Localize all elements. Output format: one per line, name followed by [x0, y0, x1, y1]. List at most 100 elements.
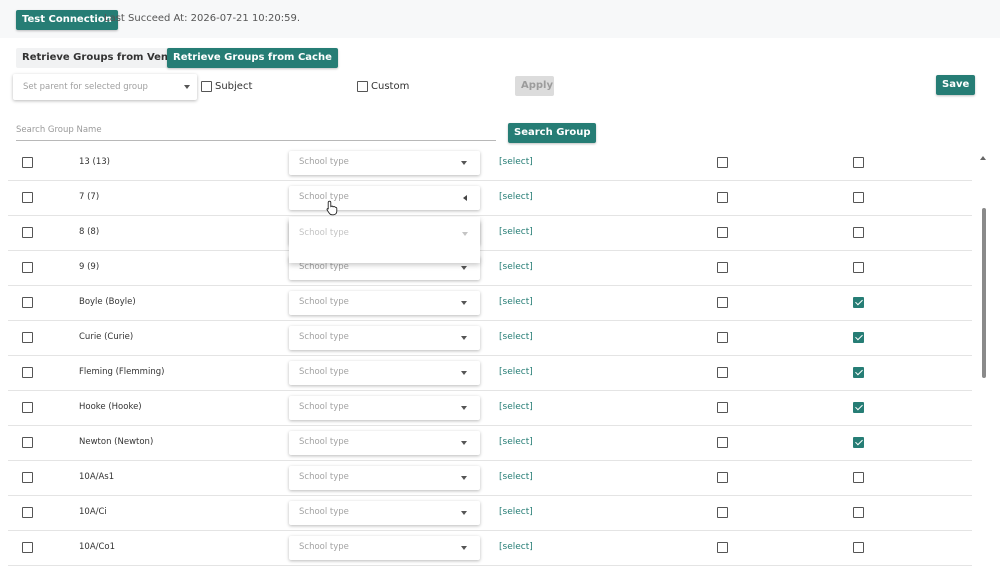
row-custom-checkbox[interactable]: [717, 227, 728, 238]
subject-label: Subject: [215, 81, 253, 92]
table-row: 9 (9) School type [select]: [8, 251, 972, 286]
row-select-checkbox[interactable]: [22, 402, 33, 413]
school-type-placeholder: School type: [299, 157, 349, 167]
school-type-option[interactable]: School type: [299, 228, 349, 238]
row-subject-checkbox[interactable]: [853, 262, 864, 273]
school-type-select[interactable]: School type: [289, 326, 480, 350]
row-custom-checkbox[interactable]: [717, 402, 728, 413]
select-link[interactable]: [select]: [499, 402, 533, 412]
apply-button[interactable]: Apply: [515, 76, 554, 96]
school-type-dropdown-menu[interactable]: School type: [289, 217, 480, 263]
row-custom-checkbox[interactable]: [717, 262, 728, 273]
parent-group-select[interactable]: Set parent for selected group: [13, 74, 197, 100]
row-custom-checkbox[interactable]: [717, 507, 728, 518]
table-row: Fleming (Flemming) School type [select]: [8, 356, 972, 391]
retrieve-groups-cache-button[interactable]: Retrieve Groups from Cache: [167, 48, 338, 68]
table-row: Newton (Newton) School type [select]: [8, 426, 972, 461]
row-custom-checkbox[interactable]: [717, 157, 728, 168]
school-type-select[interactable]: School type: [289, 291, 480, 315]
group-name: 9 (9): [79, 262, 100, 272]
hand-pointer-cursor-icon: [326, 200, 338, 216]
select-link[interactable]: [select]: [499, 262, 533, 272]
list-scrollbar[interactable]: [978, 150, 988, 548]
row-select-checkbox[interactable]: [22, 192, 33, 203]
row-select-checkbox[interactable]: [22, 437, 33, 448]
school-type-placeholder: School type: [299, 542, 349, 552]
select-link[interactable]: [select]: [499, 437, 533, 447]
row-custom-checkbox[interactable]: [717, 367, 728, 378]
select-link[interactable]: [select]: [499, 157, 533, 167]
school-type-placeholder: School type: [299, 437, 349, 447]
test-connection-button[interactable]: Test Connection: [16, 10, 118, 30]
row-select-checkbox[interactable]: [22, 297, 33, 308]
row-subject-checkbox[interactable]: [853, 192, 864, 203]
table-row: 7 (7) School type [select]: [8, 181, 972, 216]
table-row: Boyle (Boyle) School type [select]: [8, 286, 972, 321]
row-subject-checkbox[interactable]: [853, 227, 864, 238]
custom-checkbox[interactable]: [357, 81, 368, 92]
select-link[interactable]: [select]: [499, 227, 533, 237]
school-type-placeholder: School type: [299, 507, 349, 517]
row-custom-checkbox[interactable]: [717, 472, 728, 483]
row-subject-checkbox[interactable]: [853, 157, 864, 168]
group-name: Boyle (Boyle): [79, 297, 136, 307]
select-link[interactable]: [select]: [499, 542, 533, 552]
table-row: 8 (8) School type [select]: [8, 216, 972, 251]
chevron-down-icon: [461, 266, 467, 270]
select-link[interactable]: [select]: [499, 472, 533, 482]
school-type-select[interactable]: School type: [289, 501, 480, 525]
row-subject-checkbox[interactable]: [853, 507, 864, 518]
row-select-checkbox[interactable]: [22, 262, 33, 273]
select-link[interactable]: [select]: [499, 367, 533, 377]
school-type-select[interactable]: School type: [289, 396, 480, 420]
parent-group-select-placeholder: Set parent for selected group: [23, 82, 148, 92]
row-custom-checkbox[interactable]: [717, 192, 728, 203]
school-type-placeholder: School type: [299, 297, 349, 307]
group-name: Fleming (Flemming): [79, 367, 165, 377]
save-button[interactable]: Save: [936, 75, 975, 95]
row-custom-checkbox[interactable]: [717, 297, 728, 308]
row-select-checkbox[interactable]: [22, 332, 33, 343]
row-select-checkbox[interactable]: [22, 472, 33, 483]
row-subject-checkbox[interactable]: [853, 332, 864, 343]
subject-checkbox[interactable]: [201, 81, 212, 92]
chevron-down-icon: [184, 85, 190, 89]
school-type-placeholder: School type: [299, 472, 349, 482]
row-custom-checkbox[interactable]: [717, 437, 728, 448]
last-succeed-status: Last Succeed At: 2026-07-21 10:20:59.: [104, 13, 301, 24]
school-type-placeholder: School type: [299, 192, 349, 202]
school-type-select[interactable]: School type: [289, 466, 480, 490]
school-type-select[interactable]: School type: [289, 361, 480, 385]
row-subject-checkbox[interactable]: [853, 367, 864, 378]
table-row: 10A/Co1 School type [select]: [8, 531, 972, 566]
row-select-checkbox[interactable]: [22, 507, 33, 518]
row-select-checkbox[interactable]: [22, 157, 33, 168]
chevron-down-icon: [461, 406, 467, 410]
group-name: 7 (7): [79, 192, 100, 202]
select-link[interactable]: [select]: [499, 297, 533, 307]
group-name: 10A/Co1: [79, 542, 116, 552]
school-type-select[interactable]: School type: [289, 151, 480, 175]
school-type-select[interactable]: School type: [289, 536, 480, 560]
school-type-placeholder: School type: [299, 332, 349, 342]
row-select-checkbox[interactable]: [22, 367, 33, 378]
row-select-checkbox[interactable]: [22, 227, 33, 238]
school-type-placeholder: School type: [299, 262, 349, 272]
row-subject-checkbox[interactable]: [853, 437, 864, 448]
row-subject-checkbox[interactable]: [853, 297, 864, 308]
row-subject-checkbox[interactable]: [853, 402, 864, 413]
row-custom-checkbox[interactable]: [717, 332, 728, 343]
school-type-select[interactable]: School type: [289, 186, 480, 210]
school-type-placeholder: School type: [299, 367, 349, 377]
select-link[interactable]: [select]: [499, 192, 533, 202]
scroll-up-icon[interactable]: [980, 156, 986, 160]
row-subject-checkbox[interactable]: [853, 472, 864, 483]
school-type-select[interactable]: School type: [289, 431, 480, 455]
select-link[interactable]: [select]: [499, 332, 533, 342]
search-group-button[interactable]: Search Group: [508, 123, 597, 143]
scrollbar-thumb[interactable]: [982, 208, 986, 378]
search-group-input[interactable]: Search Group Name: [16, 121, 496, 141]
school-type-placeholder: School type: [299, 402, 349, 412]
select-link[interactable]: [select]: [499, 507, 533, 517]
group-name: Hooke (Hooke): [79, 402, 142, 412]
